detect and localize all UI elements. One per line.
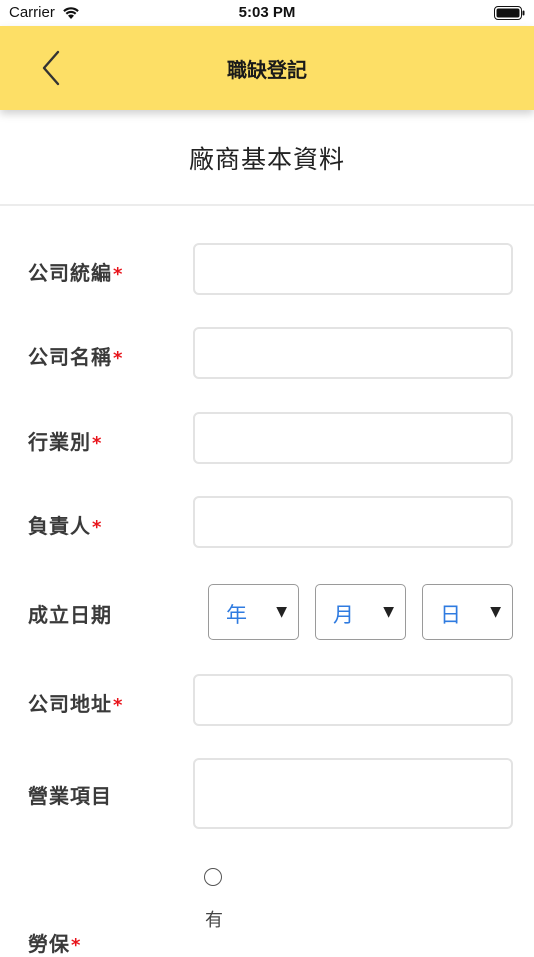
page-title: 職缺登記 [227,58,307,82]
dropdown-arrow-icon: ▼ [383,604,394,620]
required-mark: * [92,433,103,454]
status-bar: Carrier 5:03 PM [0,0,534,26]
section-title: 廠商基本資料 [188,145,345,174]
nav-bar: 職缺登記 [0,26,534,110]
owner-label-text: 負責人 [28,514,91,538]
labor-insurance-yes-label[interactable]: 有 [205,906,223,932]
year-select-value: 年 [226,603,247,627]
industry-label: 行業別* [28,426,102,455]
required-mark: * [113,695,124,716]
address-input[interactable] [193,674,513,726]
required-mark: * [113,264,124,285]
founded-date-label: 成立日期 [28,599,112,628]
labor-insurance-label: 勞保* [28,928,81,957]
required-mark: * [71,935,82,956]
company-name-input[interactable] [193,327,513,379]
labor-insurance-yes-radio[interactable] [204,868,222,886]
owner-input[interactable] [193,496,513,548]
status-time: 5:03 PM [238,4,296,21]
battery-icon [494,6,525,20]
labor-insurance-label-text: 勞保 [28,932,70,956]
company-name-label: 公司名稱* [28,341,123,370]
day-select-value: 日 [440,603,461,627]
dropdown-arrow-icon: ▼ [276,604,287,620]
business-items-label: 營業項目 [28,780,112,809]
tax-id-input[interactable] [193,243,513,295]
industry-input[interactable] [193,412,513,464]
company-name-label-text: 公司名稱 [28,345,112,369]
dropdown-arrow-icon: ▼ [490,604,501,620]
required-mark: * [113,348,124,369]
owner-label: 負責人* [28,510,102,539]
required-mark: * [92,517,103,538]
tax-id-label: 公司統編* [28,257,123,286]
day-select[interactable]: 日 ▼ [422,584,513,640]
tax-id-label-text: 公司統編 [28,261,112,285]
address-label: 公司地址* [28,688,123,717]
month-select-value: 月 [333,603,354,627]
business-items-textarea[interactable] [193,758,513,829]
month-select[interactable]: 月 ▼ [315,584,406,640]
business-items-label-text: 營業項目 [28,784,112,808]
industry-label-text: 行業別 [28,430,91,454]
year-select[interactable]: 年 ▼ [208,584,299,640]
address-label-text: 公司地址 [28,692,112,716]
founded-date-label-text: 成立日期 [28,603,112,627]
section-header: 廠商基本資料 [0,110,534,206]
